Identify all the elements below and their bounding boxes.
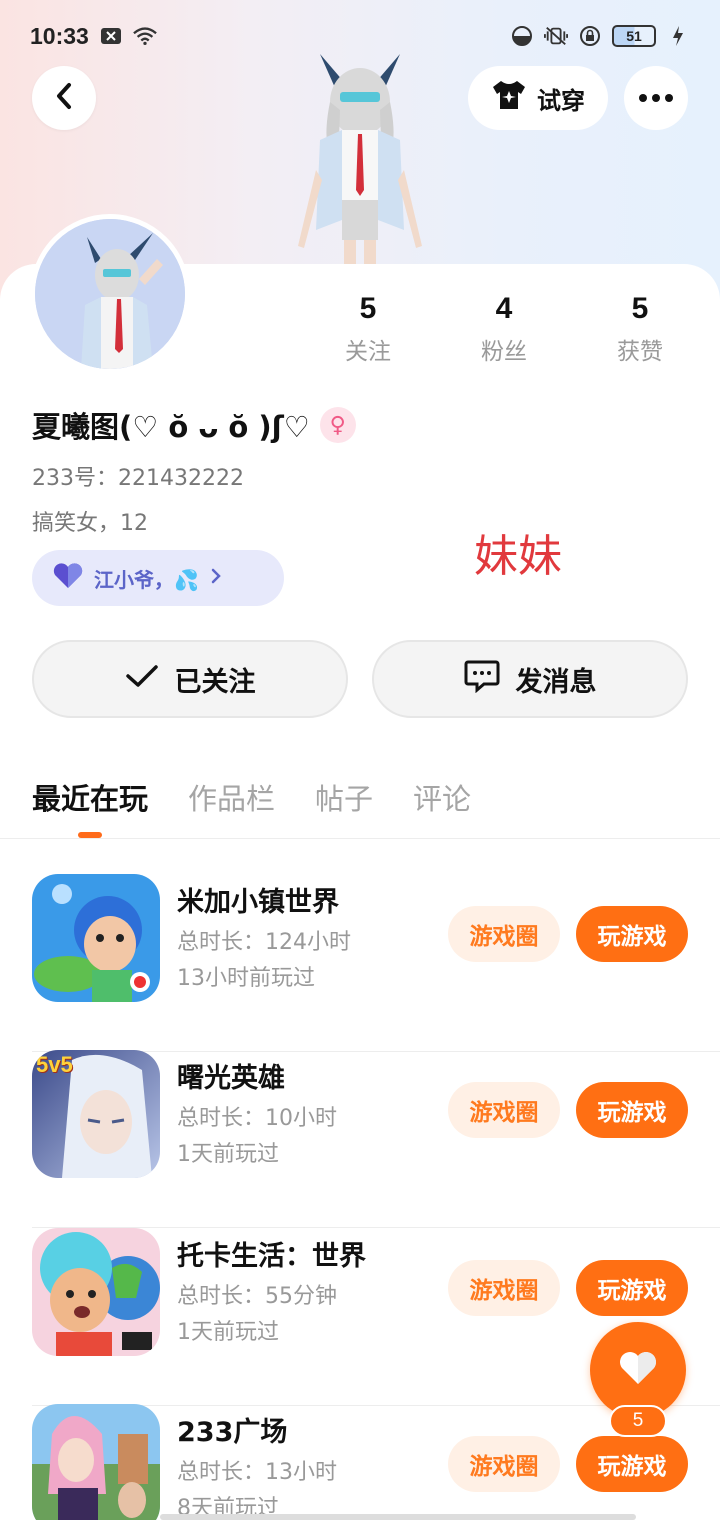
play-game-button[interactable]: 玩游戏 [576,1260,688,1316]
list-item[interactable]: 米加小镇世界 总时长：124小时 13小时前玩过 游戏圈 玩游戏 [32,874,720,1052]
game-total-duration: 总时长：124小时 [177,930,351,955]
stat-value: 5 [631,292,649,325]
screen-lock-icon [578,24,602,48]
name-row: 夏曦图(♡ ŏ ᴗ ŏ )ʃ♡ ♀ [32,404,356,446]
profile-tabs: 最近在玩 作品栏 帖子 评论 [32,776,471,818]
play-game-button[interactable]: 玩游戏 [576,906,688,962]
profile-bio: 搞笑女，12 [32,511,148,536]
more-dot-icon [665,94,673,102]
stat-value: 5 [359,292,377,325]
send-message-label: 发消息 [515,666,597,698]
tab-works[interactable]: 作品栏 [188,776,275,818]
tab-divider [0,838,720,839]
like-count-badge: 5 [609,1405,667,1437]
tab-recently-played[interactable]: 最近在玩 [32,776,148,818]
game-circle-button[interactable]: 游戏圈 [448,1436,560,1492]
game-icon-miga-town [32,874,160,1002]
game-title: 托卡生活：世界 [177,1241,366,1272]
stat-following[interactable]: 5 关注 [300,292,436,366]
profile-name: 夏曦图(♡ ŏ ᴗ ŏ )ʃ♡ [32,410,310,444]
chat-bubble-icon [464,659,500,700]
game-title: 233广场 [177,1417,288,1448]
avatar[interactable] [30,214,190,374]
game-circle-button[interactable]: 游戏圈 [448,1260,560,1316]
checkmark-icon [125,663,159,696]
game-icon-dawn-heroes: 5v5 [32,1050,160,1178]
play-game-button[interactable]: 玩游戏 [576,1436,688,1492]
stat-label: 粉丝 [481,339,527,365]
charging-icon [666,24,690,48]
game-title: 曙光英雄 [177,1063,285,1094]
close-friend-label: 江小爷，💦 [94,567,199,592]
play-game-button[interactable]: 玩游戏 [576,1082,688,1138]
overlay-text: 妹妹 [474,532,562,581]
more-dot-icon [639,94,647,102]
game-last-played: 13小时前玩过 [177,966,315,991]
game-title: 米加小镇世界 [177,887,339,918]
stat-followers[interactable]: 4 粉丝 [436,292,572,366]
try-on-label: 试穿 [537,86,585,115]
home-indicator [160,1514,636,1520]
tshirt-icon [491,79,527,117]
game-last-played: 1天前玩过 [177,1142,279,1167]
like-floating-button[interactable] [590,1322,686,1418]
stat-value: 4 [495,292,513,325]
chevron-right-icon [209,566,223,590]
status-time: 10:33 [30,22,89,49]
mute-vibrate-icon [544,24,568,48]
close-friend-pill[interactable]: 江小爷，💦 [32,550,284,606]
game-total-duration: 总时长：55分钟 [177,1284,337,1309]
game-circle-button[interactable]: 游戏圈 [448,1082,560,1138]
send-message-button[interactable]: 发消息 [372,640,688,718]
battery-icon: 51 [612,25,656,47]
game-icon-toca-life-world [32,1228,160,1356]
stat-label: 关注 [345,339,391,365]
stat-label: 获赞 [617,339,663,365]
game-icon-badge: 5v5 [36,1052,73,1077]
tab-comments[interactable]: 评论 [413,776,471,818]
followed-label: 已关注 [174,666,256,698]
game-circle-button[interactable]: 游戏圈 [448,906,560,962]
heart-icon [618,1350,658,1390]
chevron-left-icon [53,82,75,114]
tab-posts[interactable]: 帖子 [315,776,373,818]
close-box-icon [99,24,123,48]
stat-likes[interactable]: 5 获赞 [572,292,708,366]
try-on-button[interactable]: 试穿 [468,66,608,130]
female-icon: ♀ [319,407,356,443]
user-id[interactable]: 233号：221432222 [32,460,244,492]
game-icon-233-plaza [32,1404,160,1520]
more-dot-icon [652,94,660,102]
back-button[interactable] [32,66,96,130]
game-total-duration: 总时长：10小时 [177,1106,337,1131]
more-options-button[interactable] [624,66,688,130]
heart-icon [52,562,84,594]
game-last-played: 1天前玩过 [177,1320,279,1345]
avatar-full-body-image [280,50,440,266]
wifi-icon [133,24,157,48]
list-item[interactable]: 5v5 曙光英雄 总时长：10小时 1天前玩过 游戏圈 玩游戏 [32,1050,720,1228]
followed-button[interactable]: 已关注 [32,640,348,718]
game-total-duration: 总时长：13小时 [177,1460,337,1485]
profile-stats: 5 关注 4 粉丝 5 获赞 [300,292,720,366]
data-saver-icon [510,24,534,48]
